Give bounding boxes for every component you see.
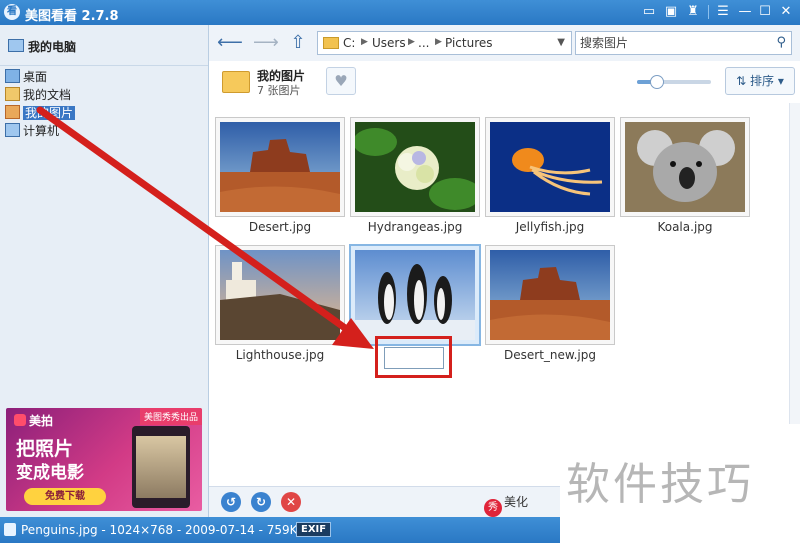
chevron-down-icon: ▾ [774, 74, 784, 88]
image-file-icon [4, 523, 16, 536]
ad-brand: 美拍 [14, 412, 53, 429]
sidebar: 我的电脑 桌面 我的文档 我的图片 计算机 美拍 美图秀秀出品 把照片 变成电影… [0, 25, 209, 517]
search-input[interactable] [578, 33, 767, 53]
thumbnail-caption: Desert_new.jpg [504, 348, 596, 362]
meipai-logo-icon [14, 414, 26, 426]
ad-headline-1: 把照片 [16, 438, 74, 460]
address-bar[interactable]: C: ▶ Users ▶ ... ▶ Pictures ▼ [317, 31, 572, 55]
toolbar: ⟵ ⟶ ⇧ C: ▶ Users ▶ ... ▶ Pictures ▼ ⚲ [209, 25, 800, 62]
ad-badge: 美图秀秀出品 [139, 408, 202, 425]
sort-icon: ⇅ [736, 74, 750, 88]
thumbnail-image [490, 250, 610, 340]
thumbnail-caption: Koala.jpg [657, 220, 713, 234]
watermark-text: 软件技巧 [566, 459, 754, 510]
thumbnail-item[interactable]: Koala.jpg [620, 117, 750, 235]
app-logo-icon: 看 [4, 4, 20, 20]
sidebar-item-pictures[interactable]: 我的图片 [5, 105, 76, 121]
meipai-ad-banner[interactable]: 美拍 美图秀秀出品 把照片 变成电影 免费下载 [6, 408, 202, 511]
delete-icon[interactable]: ✕ [281, 492, 301, 512]
thumbnail-item[interactable]: Hydrangeas.jpg [350, 117, 480, 235]
computer-icon [5, 123, 20, 137]
title-bar: 看 美图看看 2.7.8 ▭ ▣ ♜ ☰ — ☐ ✕ [0, 0, 800, 25]
thumbnail-caption: Desert.jpg [248, 220, 312, 234]
thumbnail-image [490, 122, 610, 212]
thumbnail-caption: Hydrangeas.jpg [367, 220, 463, 234]
sidebar-root-label: 我的电脑 [28, 40, 77, 54]
sidebar-item-computer[interactable]: 计算机 [5, 123, 59, 139]
sidebar-item-desktop[interactable]: 桌面 [5, 69, 47, 85]
path-segment[interactable]: Pictures [445, 36, 493, 50]
folder-image-count: 7 张图片 [257, 84, 301, 97]
thumbnail-item[interactable]: Desert.jpg [215, 117, 345, 235]
up-folder-icon[interactable]: ⇧ [287, 32, 309, 54]
thumbnail-image [220, 250, 340, 340]
skin-icon[interactable]: ▣ [662, 3, 680, 21]
folder-info-bar: 我的图片 7 张图片 ♥ ⇅ 排序 ▾ [209, 61, 800, 103]
thumbnail-item[interactable]: Lighthouse.jpg [215, 245, 345, 363]
path-dropdown-icon[interactable]: ▼ [557, 37, 565, 48]
zoom-slider-knob[interactable] [649, 75, 664, 89]
path-separator-icon: ▶ [361, 37, 368, 47]
forward-icon[interactable]: ⟶ [253, 32, 279, 54]
thumbnail-caption: Lighthouse.jpg [235, 348, 325, 362]
search-box: ⚲ [575, 31, 792, 55]
desktop-icon [5, 69, 20, 83]
thumbnail-caption: Jellyfish.jpg [515, 220, 585, 234]
pictures-icon [5, 105, 20, 119]
sidebar-item-documents[interactable]: 我的文档 [5, 87, 71, 103]
annotation-highlight-box [375, 336, 452, 378]
path-separator-icon: ▶ [408, 37, 415, 47]
thumbnail-item[interactable]: Desert_new.jpg [485, 245, 615, 363]
thumbnail-image [625, 122, 745, 212]
rotate-left-icon[interactable]: ↺ [221, 492, 241, 512]
beautify-button[interactable]: 秀美化 [484, 493, 528, 517]
close-icon[interactable]: ✕ [777, 3, 795, 21]
path-segment[interactable]: Users [372, 36, 406, 50]
minimize-icon[interactable]: — [736, 3, 754, 21]
folder-icon [222, 71, 250, 93]
shirt-icon[interactable]: ♜ [684, 3, 702, 21]
meitu-xiuxiu-icon: 秀 [484, 499, 502, 517]
message-icon[interactable]: ▭ [640, 3, 658, 21]
search-icon[interactable]: ⚲ [776, 35, 786, 50]
status-text: Penguins.jpg - 1024×768 - 2009-07-14 - 7… [21, 523, 306, 537]
thumbnail-image [355, 250, 475, 340]
back-icon[interactable]: ⟵ [217, 32, 243, 54]
path-segment[interactable]: ... [418, 36, 429, 50]
maximize-icon[interactable]: ☐ [756, 3, 774, 21]
zoom-slider[interactable] [637, 75, 711, 89]
thumbnail-image [220, 122, 340, 212]
path-separator-icon: ▶ [435, 37, 442, 47]
exif-button[interactable]: EXIF [296, 522, 332, 537]
ad-headline-2: 变成电影 [16, 463, 84, 483]
computer-icon [8, 39, 24, 52]
path-segment[interactable]: C: [343, 36, 355, 50]
rotate-right-icon[interactable]: ↻ [251, 492, 271, 512]
menu-icon[interactable]: ☰ [714, 3, 732, 21]
app-title: 美图看看 2.7.8 [25, 9, 119, 24]
ad-download-button[interactable]: 免费下载 [24, 488, 106, 505]
thumbnail-image [355, 122, 475, 212]
title-divider [708, 5, 709, 19]
ad-phone-image [132, 426, 190, 508]
documents-icon [5, 87, 20, 101]
sort-button[interactable]: ⇅ 排序 ▾ [725, 67, 795, 95]
favorite-heart-button[interactable]: ♥ [326, 67, 356, 95]
sidebar-header[interactable]: 我的电脑 [0, 25, 208, 66]
folder-icon [323, 37, 339, 49]
thumbnail-item[interactable]: Jellyfish.jpg [485, 117, 615, 235]
